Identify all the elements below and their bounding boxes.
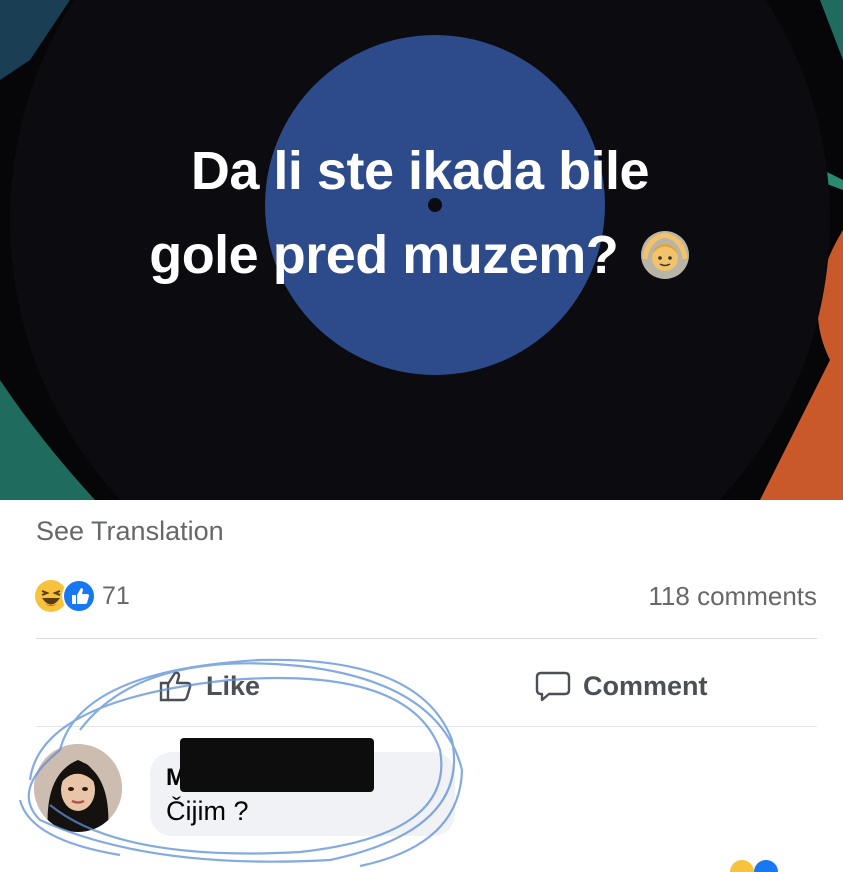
comment-button[interactable]: Comment: [535, 664, 708, 708]
post-image-text-line2: gole pred muzem?: [149, 224, 619, 285]
see-translation-link[interactable]: See Translation: [36, 516, 224, 547]
divider: [36, 638, 817, 639]
redaction-bar: [180, 738, 374, 792]
post-image[interactable]: Da li ste ikada bile gole pred muzem?: [0, 0, 843, 500]
reaction-count: 71: [102, 581, 130, 610]
comment-text: Čijim ?: [166, 796, 249, 826]
comment-reaction-icons: [730, 860, 778, 872]
divider: [36, 726, 817, 727]
comment-bubble-icon: [535, 671, 571, 702]
like-button-label: Like: [206, 670, 261, 701]
thumbs-up-icon: [159, 671, 192, 702]
profile-photo: [34, 744, 122, 832]
comments-count-link[interactable]: 118 comments: [648, 581, 817, 612]
reactions-summary[interactable]: 71: [34, 578, 130, 614]
post-image-text-line1: Da li ste ikada bile: [190, 141, 650, 201]
man-gesturing-ok-icon: [640, 230, 689, 279]
like-reaction-icon: [62, 579, 96, 613]
post-image-text: Da li ste ikada bile gole pred muzem?: [60, 130, 780, 297]
comment-button-label: Comment: [583, 670, 708, 701]
avatar[interactable]: [34, 744, 122, 832]
like-button[interactable]: Like: [158, 664, 260, 708]
